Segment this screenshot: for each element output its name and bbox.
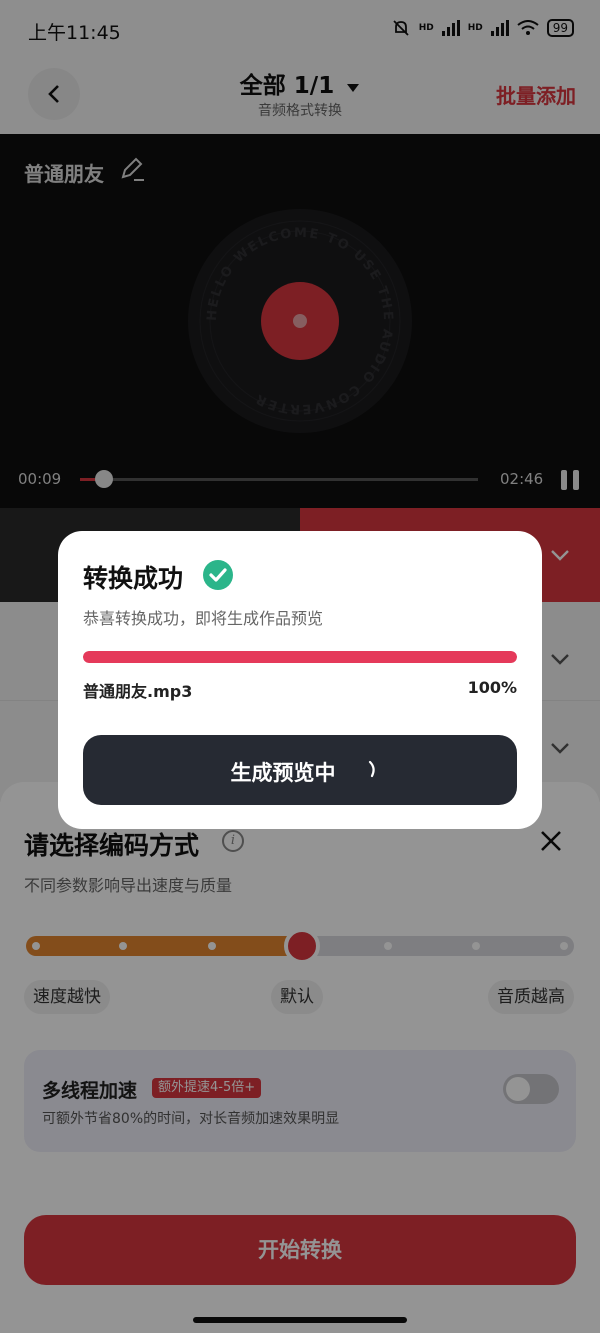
dialog-title: 转换成功 xyxy=(83,564,184,593)
success-dialog: 转换成功 恭喜转换成功，即将生成作品预览 普通朋友.mp3 100% 生成预览中 xyxy=(58,531,542,829)
generating-preview-label: 生成预览中 xyxy=(230,761,336,785)
loading-spinner-icon xyxy=(368,760,375,778)
conversion-progress-bar xyxy=(83,651,517,663)
check-circle-icon xyxy=(203,560,233,590)
dialog-subtitle: 恭喜转换成功，即将生成作品预览 xyxy=(83,609,324,628)
generating-preview-button[interactable]: 生成预览中 xyxy=(83,735,517,805)
conversion-progress-fill xyxy=(83,651,517,663)
output-file-name: 普通朋友.mp3 xyxy=(83,682,193,701)
progress-percent: 100% xyxy=(467,678,517,697)
